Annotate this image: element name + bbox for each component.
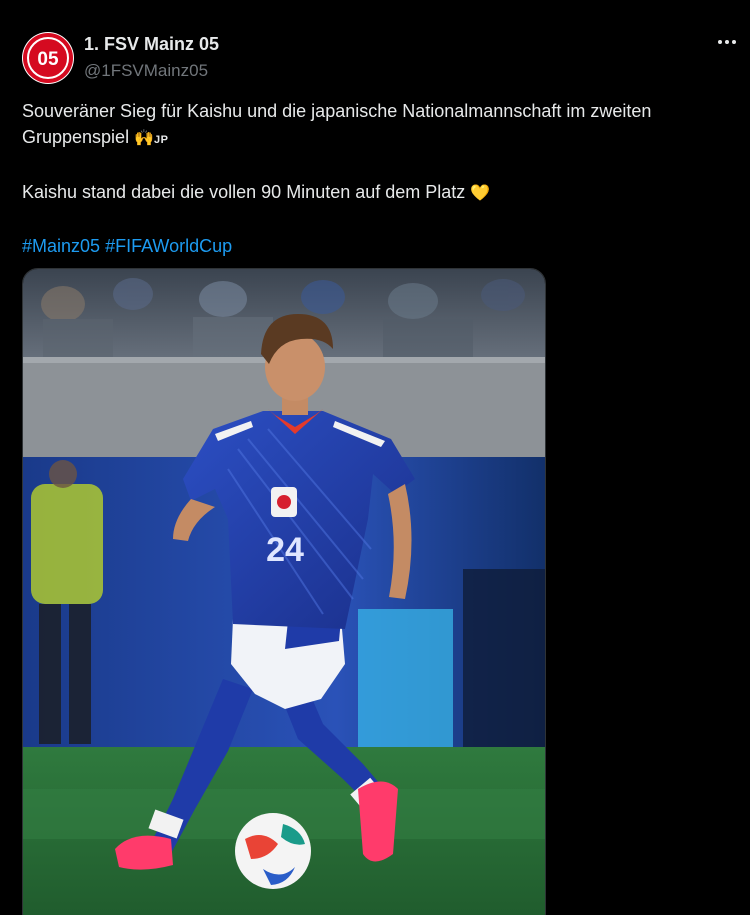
japan-flag-icon: JP bbox=[154, 134, 169, 146]
display-name[interactable]: 1. FSV Mainz 05 bbox=[84, 34, 219, 55]
raising-hands-emoji-icon: 🙌 bbox=[134, 130, 155, 147]
tweet-paragraph-1: Souveräner Sieg für Kaishu und die japan… bbox=[22, 98, 732, 153]
hashtag-row: #Mainz05 #FIFAWorldCup bbox=[22, 233, 732, 259]
more-dot-icon bbox=[732, 40, 736, 44]
football-player-photo-icon: 24 bbox=[23, 269, 545, 915]
jersey-number: 24 bbox=[266, 531, 304, 569]
more-options-button[interactable] bbox=[710, 30, 744, 54]
handle[interactable]: @1FSVMainz05 bbox=[84, 61, 208, 81]
tweet-line-1: Souveräner Sieg für Kaishu und die japan… bbox=[22, 101, 652, 147]
more-dot-icon bbox=[725, 40, 729, 44]
yellow-heart-emoji-icon: 💛 bbox=[470, 185, 491, 202]
hashtag-mainz05[interactable]: #Mainz05 bbox=[22, 236, 100, 256]
tweet-photo[interactable]: 24 bbox=[22, 268, 546, 915]
mainz-logo-icon: 05 bbox=[23, 33, 73, 83]
tweet-paragraph-2: Kaishu stand dabei die vollen 90 Minuten… bbox=[22, 179, 732, 207]
avatar[interactable]: 05 bbox=[22, 32, 74, 84]
more-dot-icon bbox=[718, 40, 722, 44]
tweet-text: Souveräner Sieg für Kaishu und die japan… bbox=[22, 98, 732, 259]
hashtag-fifaworldcup[interactable]: #FIFAWorldCup bbox=[105, 236, 232, 256]
tweet-card: 05 1. FSV Mainz 05 @1FSVMainz05 Souverän… bbox=[0, 0, 750, 915]
logo-text: 05 bbox=[37, 49, 59, 70]
tweet-line-2: Kaishu stand dabei die vollen 90 Minuten… bbox=[22, 182, 466, 202]
